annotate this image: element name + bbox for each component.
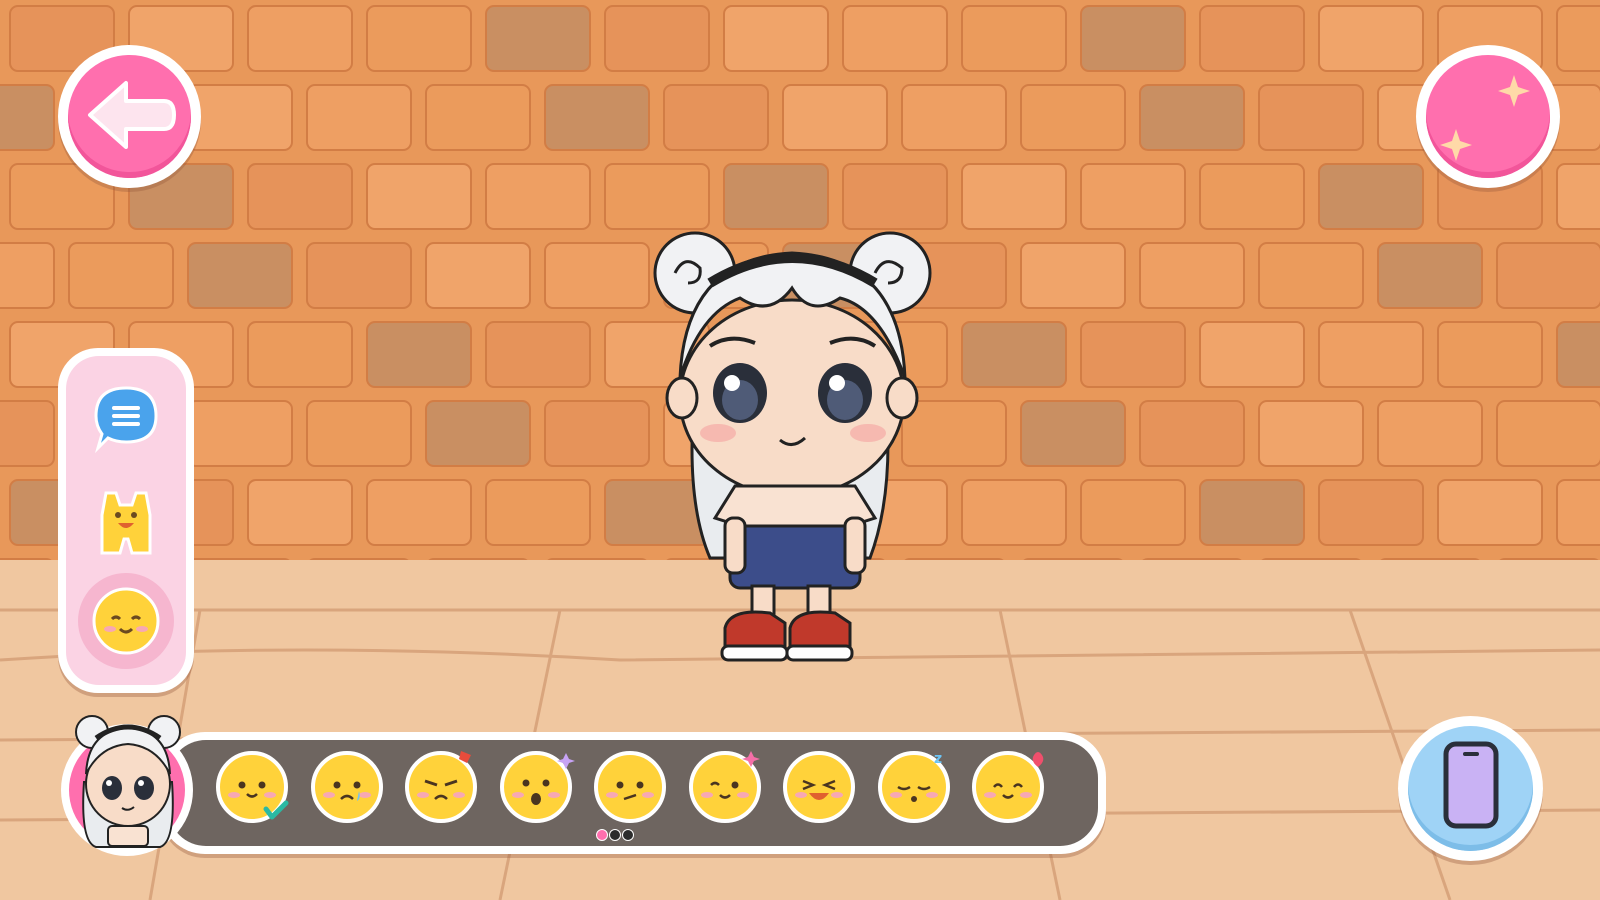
angry-emoji-icon <box>405 751 477 823</box>
emotion-option[interactable] <box>685 747 765 827</box>
emotion-option[interactable] <box>307 747 387 827</box>
character[interactable] <box>640 228 950 688</box>
emotion-option[interactable] <box>779 747 859 827</box>
back-button[interactable] <box>58 45 201 188</box>
emotion-option[interactable] <box>968 747 1048 827</box>
emotion-option[interactable] <box>496 747 576 827</box>
laughing-emoji-icon <box>783 751 855 823</box>
emotion-smile-icon <box>92 587 160 655</box>
character-avatar-button[interactable] <box>56 712 198 860</box>
phone-icon <box>1443 741 1499 829</box>
game-scene: z <box>0 0 1600 900</box>
smile-emoji-icon <box>216 751 289 823</box>
chat-bubble-icon <box>94 386 158 454</box>
page-dot[interactable] <box>596 829 608 841</box>
confused-emoji-icon <box>594 751 666 823</box>
emotion-option[interactable] <box>212 747 292 827</box>
svg-text:z: z <box>934 751 942 767</box>
page-indicator <box>596 829 636 841</box>
emotion-option[interactable] <box>590 747 670 827</box>
arrow-left-icon <box>88 81 176 149</box>
winking-emoji-icon <box>688 751 761 823</box>
character-avatar-icon <box>61 715 193 856</box>
effects-button[interactable] <box>1416 45 1560 188</box>
page-dot[interactable] <box>609 829 621 841</box>
page-dot[interactable] <box>622 829 634 841</box>
phone-button[interactable] <box>1398 716 1543 861</box>
outfit-menu-button[interactable] <box>78 473 174 569</box>
in-love-emoji-icon <box>972 751 1044 823</box>
sad-crying-emoji-icon <box>310 751 383 823</box>
emotion-option[interactable] <box>401 747 481 827</box>
outfit-icon <box>100 491 152 555</box>
emotion-option[interactable]: z <box>874 747 954 827</box>
sleepy-emoji-icon: z <box>877 751 950 823</box>
side-menu-panel <box>58 348 194 693</box>
sparkle-icon <box>1440 75 1530 161</box>
surprised-emoji-icon <box>499 751 575 823</box>
chat-menu-button[interactable] <box>78 370 174 466</box>
emotion-menu-button[interactable] <box>78 573 174 669</box>
